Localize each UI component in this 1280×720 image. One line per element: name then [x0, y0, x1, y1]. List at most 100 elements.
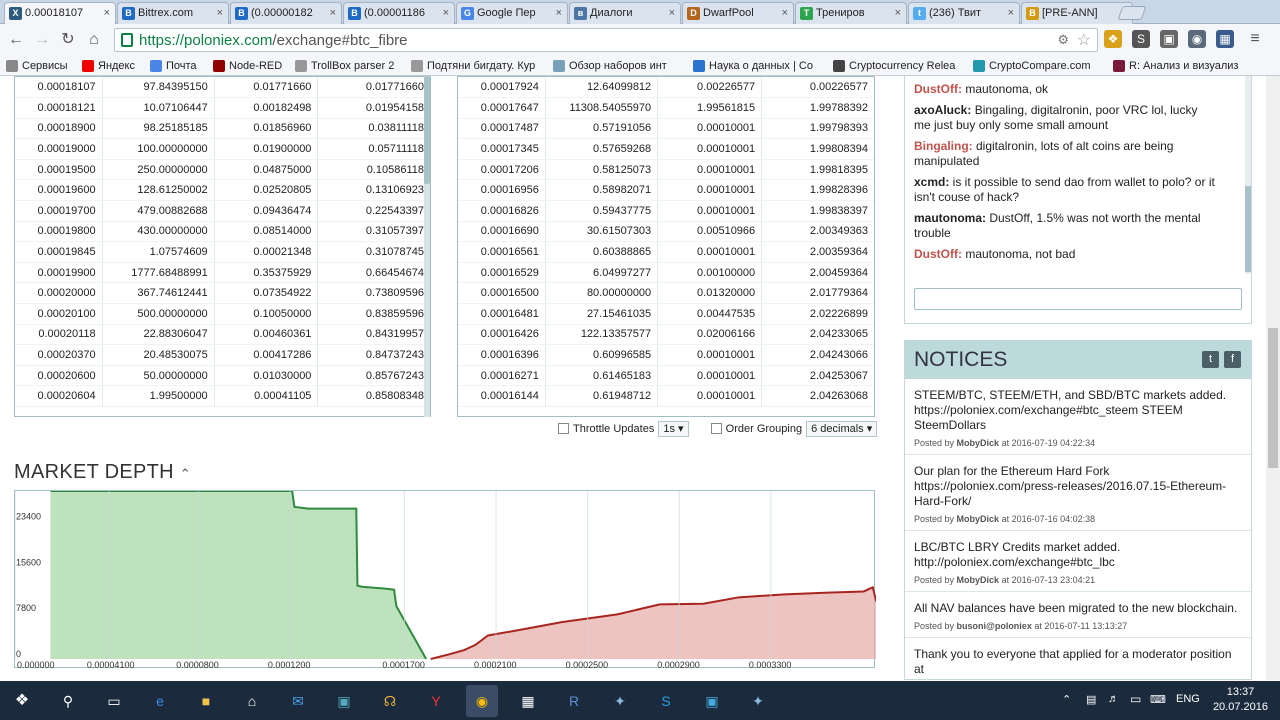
- bookmark-item[interactable]: Почта: [150, 58, 197, 74]
- tab-close-icon[interactable]: ×: [556, 3, 562, 23]
- order-row[interactable]: 0.00018107 97.84395150 0.01771660 0.0177166…: [15, 77, 430, 99]
- bookmark-item[interactable]: Cryptocurrency Relea: [833, 58, 955, 74]
- home-icon[interactable]: ⌂: [84, 30, 104, 50]
- browser-tab[interactable]: T Трениров ×: [795, 2, 907, 24]
- chat-username[interactable]: axoAluck:: [914, 103, 971, 117]
- volume-icon[interactable]: ♬: [1108, 693, 1119, 705]
- order-row[interactable]: 0.00019900 1777.68488991 0.35375929 0.66454…: [15, 262, 430, 284]
- order-row[interactable]: 0.00020604 1.99500000 0.00041105 0.85808348: [15, 385, 430, 407]
- tab-close-icon[interactable]: ×: [104, 3, 110, 23]
- order-row[interactable]: 0.00018121 10.07106447 0.00182498 0.0195415…: [15, 97, 430, 119]
- language-indicator[interactable]: ENG: [1176, 693, 1200, 705]
- order-row[interactable]: 0.00017647 11308.54055970 1.99561815 1.9978…: [458, 97, 874, 119]
- order-row[interactable]: 0.00018900 98.25185185 0.01856960 0.0381111…: [15, 118, 430, 140]
- bookmark-star-icon[interactable]: ☆: [1077, 30, 1091, 50]
- edge-icon[interactable]: e: [144, 685, 176, 717]
- browser-tab[interactable]: D DwarfPool ×: [682, 2, 794, 24]
- order-row[interactable]: 0.00020370 20.48530075 0.00417286 0.8473724…: [15, 344, 430, 366]
- back-icon[interactable]: ←: [6, 30, 26, 50]
- order-row[interactable]: 0.00016426 122.13357577 0.02006166 2.042330…: [458, 324, 874, 346]
- chat-username[interactable]: DustOff:: [914, 82, 962, 96]
- notice-author[interactable]: MobyDick: [957, 514, 1000, 524]
- bookmark-item[interactable]: Сервисы: [6, 58, 68, 74]
- order-row[interactable]: 0.00017924 12.64099812 0.00226577 0.0022657…: [458, 77, 874, 99]
- search-icon[interactable]: ⚲: [52, 685, 84, 717]
- app-icon[interactable]: ✦: [742, 685, 774, 717]
- order-row[interactable]: 0.00020600 50.00000000 0.01030000 0.8576724…: [15, 365, 430, 387]
- twitter-icon[interactable]: t: [1202, 351, 1219, 368]
- home-app-icon[interactable]: ⌂: [236, 685, 268, 717]
- network-icon[interactable]: ▤: [1086, 693, 1096, 706]
- order-row[interactable]: 0.00019000 100.00000000 0.01900000 0.057111…: [15, 138, 430, 160]
- order-row[interactable]: 0.00019845 1.07574609 0.00021348 0.31078745: [15, 241, 430, 263]
- extension-icon[interactable]: ▣: [1160, 30, 1178, 48]
- extension-icon[interactable]: ▦: [1216, 30, 1234, 48]
- extension-s-icon[interactable]: S: [1132, 30, 1150, 48]
- order-grouping-checkbox[interactable]: [710, 423, 722, 434]
- chat-scroll-thumb[interactable]: [1245, 186, 1251, 272]
- browser-tab[interactable]: B (0.00001186 ×: [343, 2, 455, 24]
- bookmark-item[interactable]: R: Анализ и визуализ: [1113, 58, 1238, 74]
- headphones-icon[interactable]: ☊: [374, 685, 406, 717]
- browser-tab[interactable]: B[PRE-ANN]×: [1021, 2, 1133, 24]
- chat-input[interactable]: [914, 288, 1242, 310]
- bookmark-item[interactable]: Node-RED: [213, 58, 282, 74]
- file-explorer-icon[interactable]: ■: [190, 685, 222, 717]
- chrome-icon[interactable]: ◉: [466, 685, 498, 717]
- chat-username[interactable]: Bingaling:: [914, 139, 973, 153]
- notice-author[interactable]: busoni@poloniex: [957, 621, 1032, 631]
- order-row[interactable]: 0.00016561 0.60388865 0.00010001 2.00359364: [458, 241, 874, 263]
- tab-close-icon[interactable]: ×: [669, 3, 675, 23]
- bookmark-item[interactable]: CryptoCompare.com: [973, 58, 1090, 74]
- notice-author[interactable]: MobyDick: [957, 438, 1000, 448]
- browser-tab[interactable]: G Google Пер ×: [456, 2, 568, 24]
- app-window-icon[interactable]: ▣: [696, 685, 728, 717]
- chat-username[interactable]: DustOff:: [914, 247, 962, 261]
- order-row[interactable]: 0.00016529 6.04997277 0.00100000 2.00459364: [458, 262, 874, 284]
- menu-icon[interactable]: ≡: [1246, 30, 1264, 48]
- chat-username[interactable]: mautonoma:: [914, 211, 986, 225]
- tab-close-icon[interactable]: ×: [1008, 3, 1014, 23]
- yandex-browser-icon[interactable]: Y: [420, 685, 452, 717]
- browser-tab[interactable]: X 0.00018107 ×: [4, 2, 116, 24]
- order-row[interactable]: 0.00020100 500.00000000 0.10050000 0.838595…: [15, 303, 430, 325]
- page-scroll-thumb[interactable]: [1268, 328, 1278, 468]
- mail-app-icon[interactable]: ✉: [282, 685, 314, 717]
- bookmark-item[interactable]: TrollBox parser 2: [295, 58, 394, 74]
- extension-icon[interactable]: ❖: [1104, 30, 1122, 48]
- browser-tab[interactable]: B (0.00000182 ×: [230, 2, 342, 24]
- order-row[interactable]: 0.00017345 0.57659268 0.00010001 1.99808394: [458, 138, 874, 160]
- chat-username[interactable]: Herculeth:: [914, 268, 973, 270]
- sell-orders-scroll-thumb[interactable]: [424, 76, 430, 184]
- keyboard-icon[interactable]: ⌨: [1150, 693, 1166, 706]
- notifications-icon[interactable]: ▭: [1130, 692, 1141, 706]
- task-view-icon[interactable]: ▭: [98, 685, 130, 717]
- address-bar[interactable]: https://poloniex.com/exchange#btc_fibre …: [114, 28, 1098, 52]
- order-row[interactable]: 0.00016271 0.61465183 0.00010001 2.04253067: [458, 365, 874, 387]
- bookmark-item[interactable]: Обзор наборов инт: [553, 58, 667, 74]
- notice-author[interactable]: MobyDick: [957, 575, 1000, 585]
- calculator-icon[interactable]: ▦: [512, 685, 544, 717]
- remote-desktop-icon[interactable]: ▣: [328, 685, 360, 717]
- order-row[interactable]: 0.00016481 27.15461035 0.00447535 2.0222689…: [458, 303, 874, 325]
- order-row[interactable]: 0.00016826 0.59437775 0.00010001 1.99838397: [458, 200, 874, 222]
- order-row[interactable]: 0.00016690 30.61507303 0.00510966 2.0034936…: [458, 221, 874, 243]
- chat-username[interactable]: xcmd:: [914, 175, 949, 189]
- order-row[interactable]: 0.00016500 80.00000000 0.01320000 2.0177936…: [458, 282, 874, 305]
- throttle-select[interactable]: 1s ▾: [658, 421, 689, 437]
- browser-tab[interactable]: t (236) Твит ×: [908, 2, 1020, 24]
- facebook-icon[interactable]: f: [1224, 351, 1241, 368]
- market-depth-chart[interactable]: 23400 15600 7800 0 0.000000 0.00004100 0.00008…: [14, 490, 878, 670]
- tab-close-icon[interactable]: ×: [782, 3, 788, 23]
- order-row[interactable]: 0.00019600 128.61250002 0.02520805 0.131069…: [15, 179, 430, 202]
- bookmark-item[interactable]: Яндекс: [82, 58, 135, 74]
- app-icon[interactable]: ✦: [604, 685, 636, 717]
- translate-icon[interactable]: ⚙: [1057, 32, 1069, 48]
- order-row[interactable]: 0.00019700 479.00882688 0.09436474 0.225433…: [15, 200, 430, 222]
- forward-icon[interactable]: →: [32, 30, 52, 50]
- reload-icon[interactable]: ↻: [58, 30, 78, 50]
- throttle-checkbox[interactable]: [558, 423, 569, 434]
- extension-icon[interactable]: ◉: [1188, 30, 1206, 48]
- order-row[interactable]: 0.00016144 0.61948712 0.00010001 2.04263068: [458, 385, 874, 407]
- tray-chevron-icon[interactable]: ⌃: [1062, 693, 1071, 706]
